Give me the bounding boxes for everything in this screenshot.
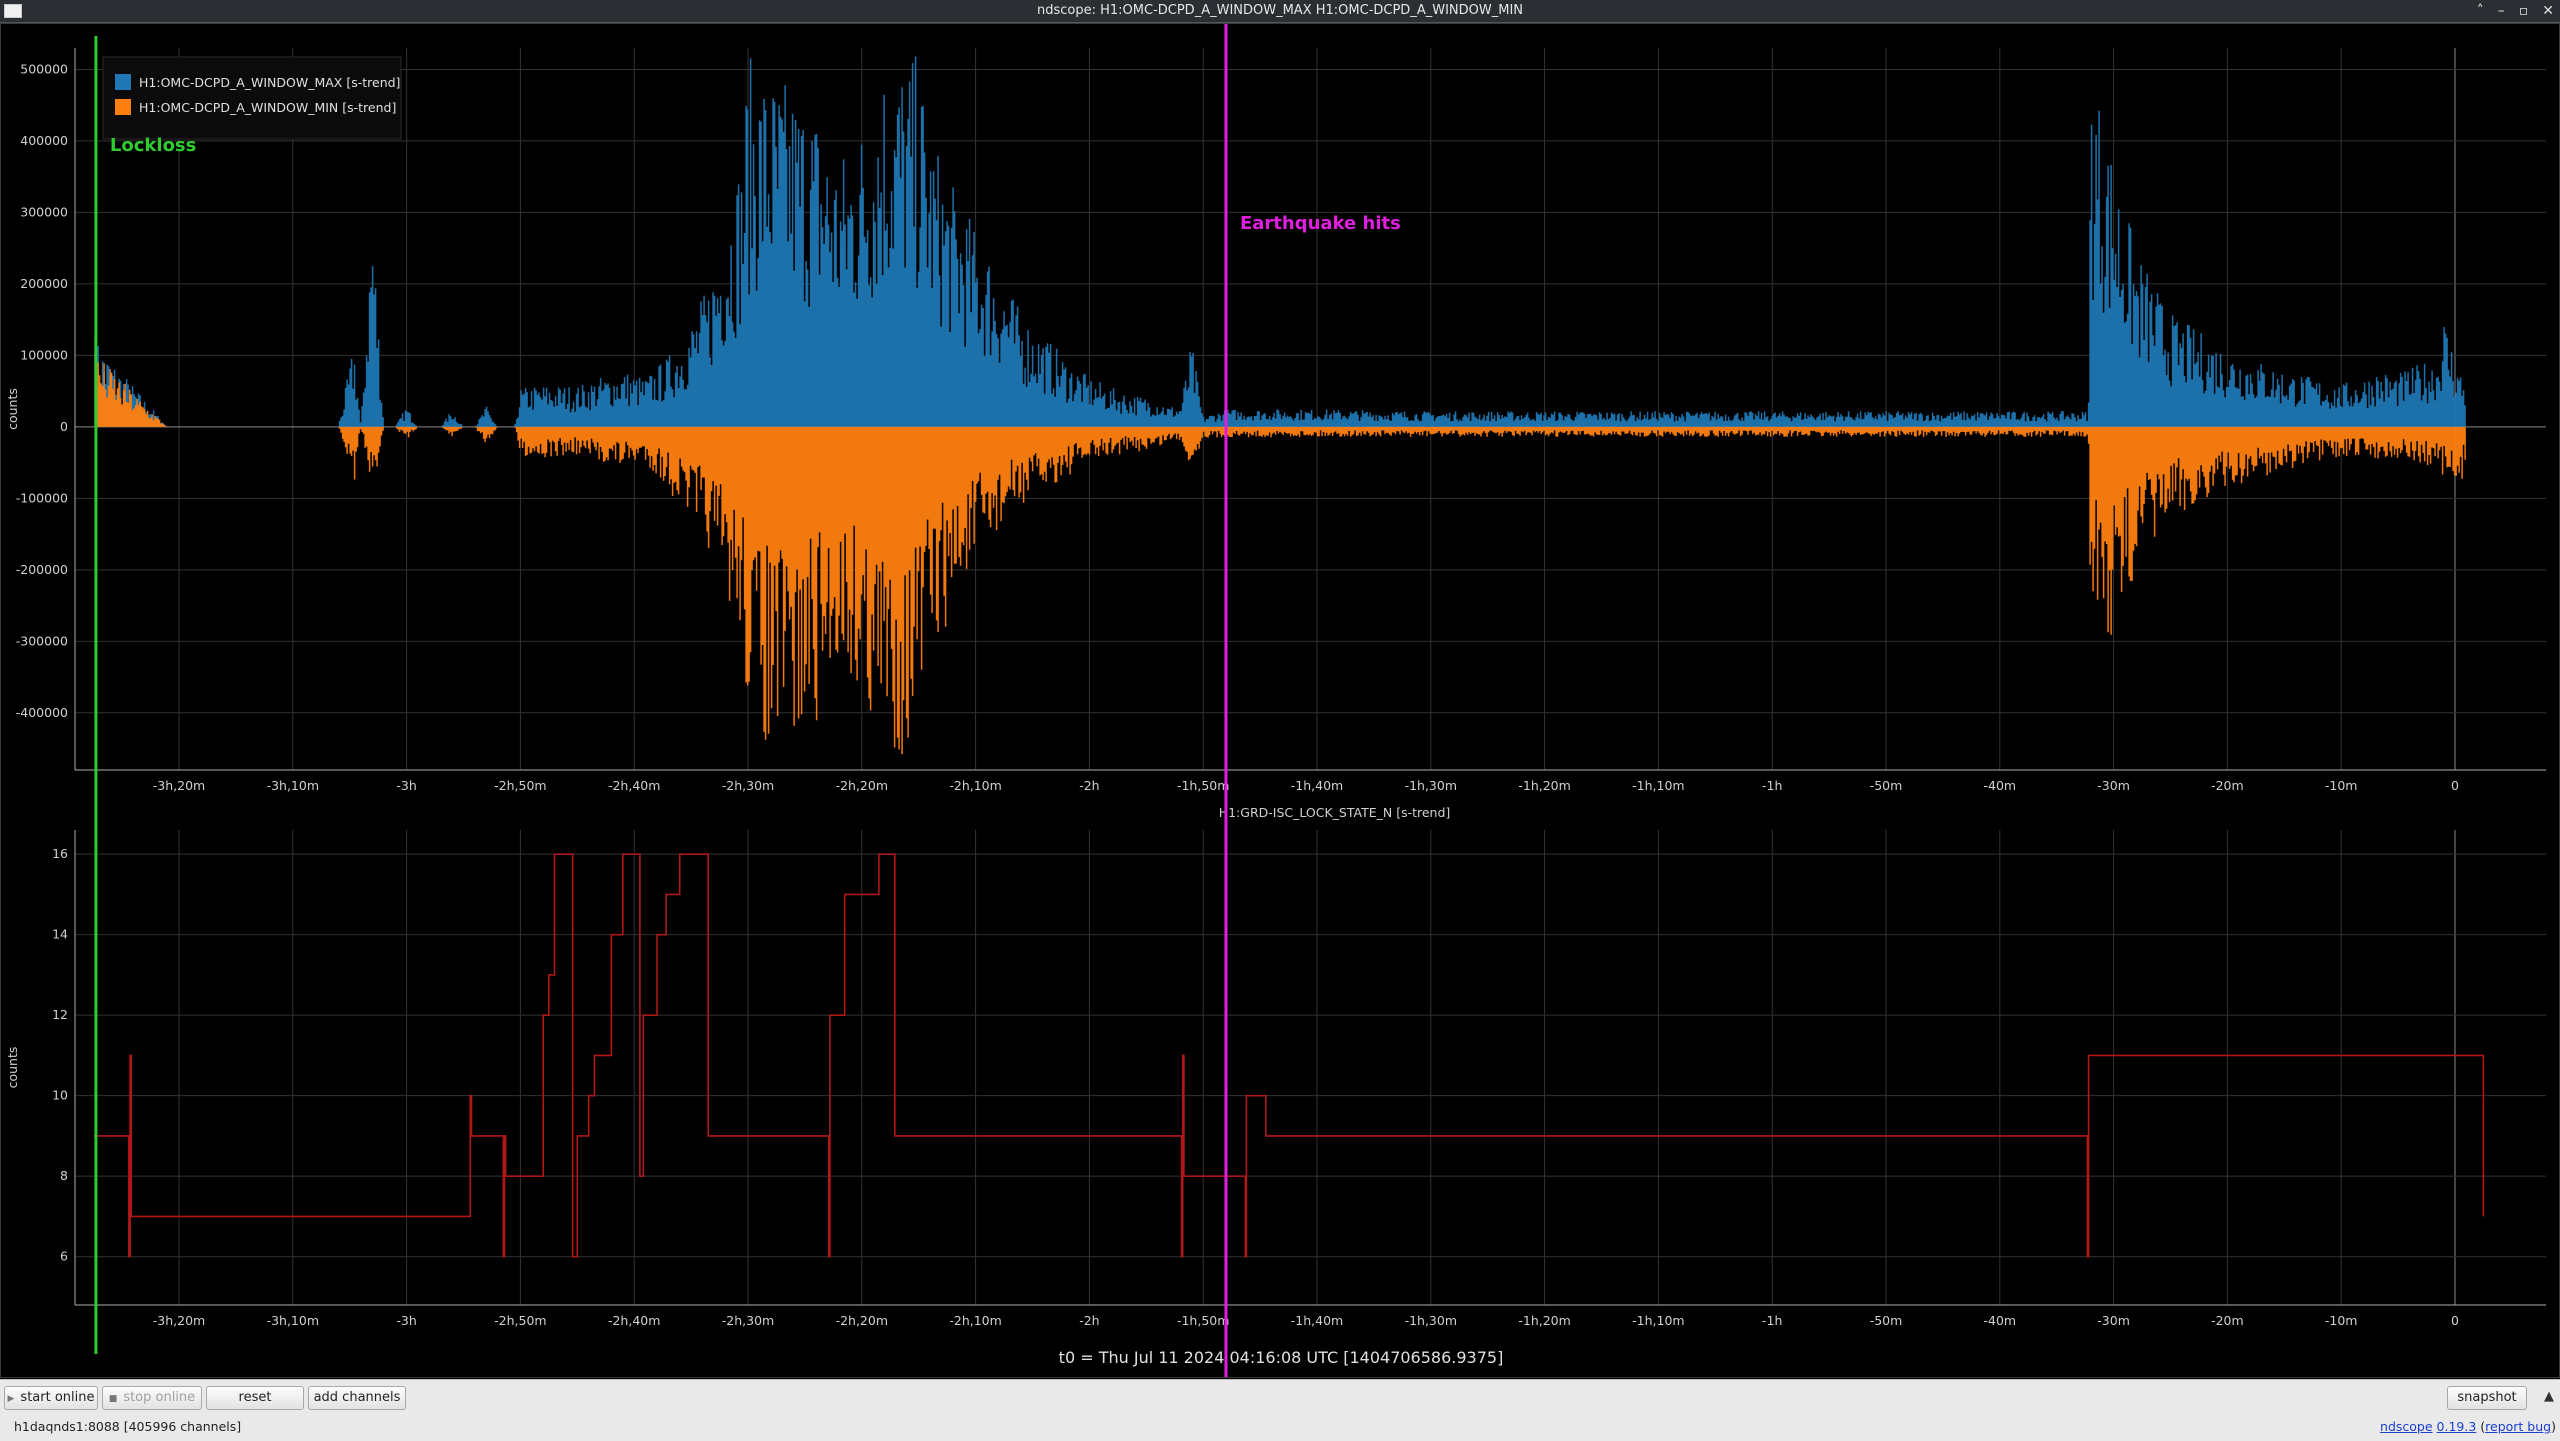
y-axis-label: counts: [5, 1047, 20, 1089]
x-tick-label: -40m: [1984, 1313, 2017, 1328]
x-tick-label: -50m: [1870, 1313, 1903, 1328]
y-tick-label: 12: [52, 1007, 68, 1022]
nds-server-status: h1daqnds1:8088 [405996 channels]: [14, 1419, 242, 1434]
x-tick-label: -30m: [2097, 1313, 2130, 1328]
plot-title: H1:GRD-ISC_LOCK_STATE_N [s-trend]: [1219, 805, 1451, 820]
start-online-label: start online: [20, 1390, 95, 1405]
add-channels-button[interactable]: add channels: [308, 1386, 406, 1410]
x-tick-label: -2h: [1079, 778, 1099, 793]
t0-label: t0 = Thu Jul 11 2024 04:16:08 UTC [14047…: [1059, 1348, 1504, 1367]
y-tick-label: 0: [60, 419, 68, 434]
x-tick-label: -3h,10m: [267, 778, 319, 793]
window-titlebar: ndscope: H1:OMC-DCPD_A_WINDOW_MAX H1:OMC…: [0, 0, 2560, 23]
plot-omc-dcpd[interactable]: -3h,20m -3h,10m -3h -2h,50m -2h,40m -2h,30m -2…: [5, 48, 2546, 793]
minimize-icon[interactable]: –: [2498, 0, 2505, 22]
x-tick-label: -10m: [2325, 778, 2358, 793]
x-tick-label: -2h,40m: [608, 778, 660, 793]
scope-canvas[interactable]: -3h,20m -3h,10m -3h -2h,50m -2h,40m -2h,30m -2…: [1, 24, 2559, 1377]
snapshot-button[interactable]: snapshot: [2447, 1386, 2527, 1410]
minimize-up-icon[interactable]: ˄: [2477, 0, 2484, 22]
y-tick-label: -100000: [16, 490, 68, 505]
x-tick-label: -40m: [1984, 778, 2017, 793]
stop-online-button[interactable]: ■ stop online: [102, 1386, 202, 1410]
y-axis-label: counts: [5, 388, 20, 430]
y-tick-label: 16: [52, 846, 68, 861]
x-tick-label: -1h,30m: [1405, 1313, 1457, 1328]
legend: H1:OMC-DCPD_A_WINDOW_MAX [s-trend] H1:OMC…: [102, 56, 402, 140]
legend-swatch-max: [115, 74, 131, 90]
legend-box: [102, 56, 402, 140]
x-tick-label: -1h,40m: [1291, 1313, 1343, 1328]
x-tick-label: -50m: [1870, 778, 1903, 793]
x-tick-label: -3h,10m: [267, 1313, 319, 1328]
play-icon: ▶: [7, 1394, 15, 1404]
window-title: ndscope: H1:OMC-DCPD_A_WINDOW_MAX H1:OMC…: [1036, 3, 1523, 18]
x-tick-label: -1h,20m: [1518, 1313, 1570, 1328]
stop-icon: ■: [108, 1394, 118, 1404]
x-tick-label: -10m: [2325, 1313, 2358, 1328]
x-tick-label: -2h,40m: [608, 1313, 660, 1328]
y-tick-label: 6: [60, 1249, 68, 1264]
y-tick-label: 10: [52, 1088, 68, 1103]
x-tick-label: -1h,10m: [1632, 1313, 1684, 1328]
collapse-icon[interactable]: ▲: [2544, 1389, 2554, 1404]
x-tick-label: -1h: [1762, 1313, 1782, 1328]
y-tick-label: 14: [52, 927, 68, 942]
plot-background[interactable]: [75, 830, 2546, 1305]
plot-isc-lock-state[interactable]: -3h,20m -3h,10m -3h -2h,50m -2h,40m -2h,30m -2…: [5, 805, 2546, 1328]
x-tick-label: -2h,50m: [494, 778, 546, 793]
maximize-icon[interactable]: ▫: [2519, 0, 2529, 22]
legend-entry: H1:OMC-DCPD_A_WINDOW_MIN [s-trend]: [139, 100, 396, 115]
x-tick-label: -2h,20m: [836, 778, 888, 793]
x-tick-label: -1h,10m: [1632, 778, 1684, 793]
x-tick-label: -3h: [396, 778, 416, 793]
legend-swatch-min: [115, 99, 131, 115]
earthquake-label: Earthquake hits: [1240, 213, 1401, 234]
y-tick-label: 200000: [20, 276, 68, 291]
y-tick-label: -300000: [16, 633, 68, 648]
y-tick-label: 500000: [20, 61, 68, 76]
bottom-toolbar: ▶ start online ■ stop online reset add cha…: [0, 1379, 2560, 1441]
version-info: ndscope 0.19.3 (report bug): [2380, 1419, 2556, 1434]
x-tick-label: -1h,40m: [1291, 778, 1343, 793]
y-tick-label: 100000: [20, 347, 68, 362]
x-tick-label: -2h,10m: [949, 1313, 1001, 1328]
x-tick-label: -1h,30m: [1405, 778, 1457, 793]
x-tick-label: -30m: [2097, 778, 2130, 793]
x-tick-label: -1h,50m: [1177, 1313, 1229, 1328]
y-tick-label: -200000: [16, 562, 68, 577]
stop-online-label: stop online: [123, 1390, 196, 1405]
y-tick-label: -400000: [16, 705, 68, 720]
reset-button[interactable]: reset: [206, 1386, 304, 1410]
x-tick-label: -2h,10m: [949, 778, 1001, 793]
y-tick-label: 300000: [20, 204, 68, 219]
x-tick-label: -20m: [2211, 778, 2244, 793]
x-tick-label: -3h,20m: [153, 778, 205, 793]
x-tick-label: -3h: [396, 1313, 416, 1328]
x-tick-label: 0: [2451, 1313, 2459, 1328]
x-tick-label: -1h,50m: [1177, 778, 1229, 793]
y-tick-label: 400000: [20, 133, 68, 148]
scope-area[interactable]: -3h,20m -3h,10m -3h -2h,50m -2h,40m -2h,30m -2…: [0, 23, 2560, 1378]
app-icon: [4, 4, 22, 18]
x-tick-label: -2h,50m: [494, 1313, 546, 1328]
x-tick-label: -2h: [1079, 1313, 1099, 1328]
x-tick-label: -1h,20m: [1518, 778, 1570, 793]
x-tick-label: -3h,20m: [153, 1313, 205, 1328]
start-online-button[interactable]: ▶ start online: [4, 1386, 98, 1410]
report-bug-link[interactable]: report bug: [2485, 1419, 2551, 1434]
x-tick-label: -20m: [2211, 1313, 2244, 1328]
ndscope-link[interactable]: ndscope: [2380, 1419, 2433, 1434]
x-tick-label: 0: [2451, 778, 2459, 793]
lockloss-label: Lockloss: [110, 135, 196, 156]
y-tick-label: 8: [60, 1168, 68, 1183]
x-tick-label: -2h,30m: [722, 778, 774, 793]
x-tick-label: -2h,30m: [722, 1313, 774, 1328]
x-tick-label: -2h,20m: [836, 1313, 888, 1328]
close-icon[interactable]: ✕: [2542, 0, 2554, 22]
x-tick-label: -1h: [1762, 778, 1782, 793]
legend-entry: H1:OMC-DCPD_A_WINDOW_MAX [s-trend]: [139, 75, 400, 90]
version-link[interactable]: 0.19.3: [2437, 1419, 2477, 1434]
